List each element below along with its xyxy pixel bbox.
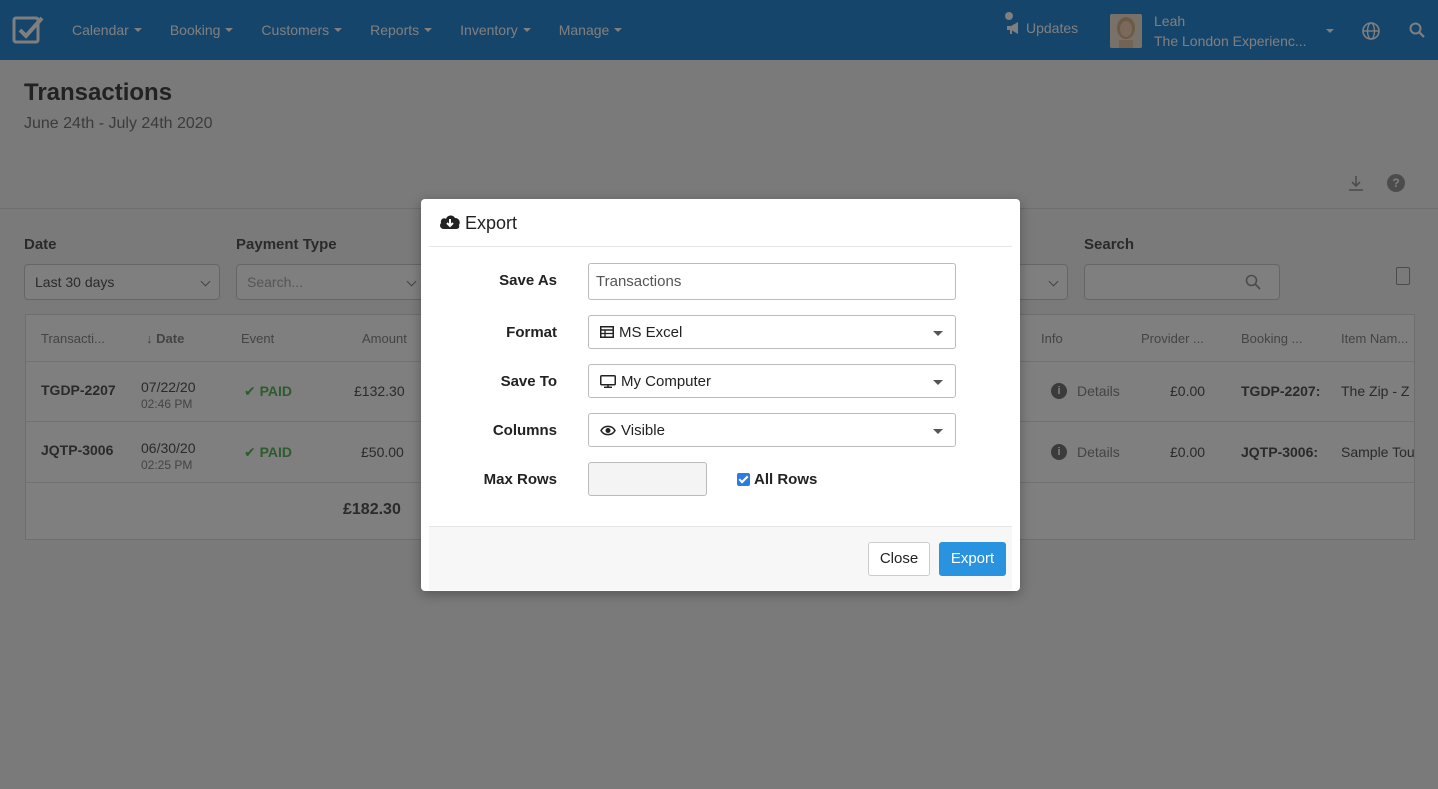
max-rows-label: Max Rows [483,471,557,488]
save-to-value: My Computer [621,372,712,390]
close-button[interactable]: Close [868,542,930,576]
desktop-icon [600,374,616,388]
modal-header: Export [429,199,1012,247]
modal-title: Export [465,213,518,233]
all-rows-checkbox[interactable] [737,473,750,486]
format-label: Format [506,324,557,341]
columns-label: Columns [492,422,557,439]
caret-down-icon [933,331,943,336]
format-select[interactable]: MS Excel [588,315,956,349]
cloud-download-icon [440,215,460,229]
save-to-select[interactable]: My Computer [588,364,956,398]
save-to-label: Save To [500,373,557,390]
all-rows-option[interactable]: All Rows [737,471,817,488]
modal-footer: Close Export [429,526,1012,590]
columns-select[interactable]: Visible [588,413,956,447]
caret-down-icon [933,380,943,385]
format-value: MS Excel [619,323,683,341]
export-modal: Export Save As Format MS Excel Save To M… [421,199,1020,591]
table-icon [600,326,614,338]
columns-value: Visible [621,421,665,439]
all-rows-label: All Rows [754,471,818,488]
save-as-input[interactable] [588,263,956,300]
eye-icon [600,425,616,435]
max-rows-input[interactable] [588,462,707,496]
export-button[interactable]: Export [939,542,1006,576]
caret-down-icon [933,429,943,434]
save-as-label: Save As [499,272,557,289]
